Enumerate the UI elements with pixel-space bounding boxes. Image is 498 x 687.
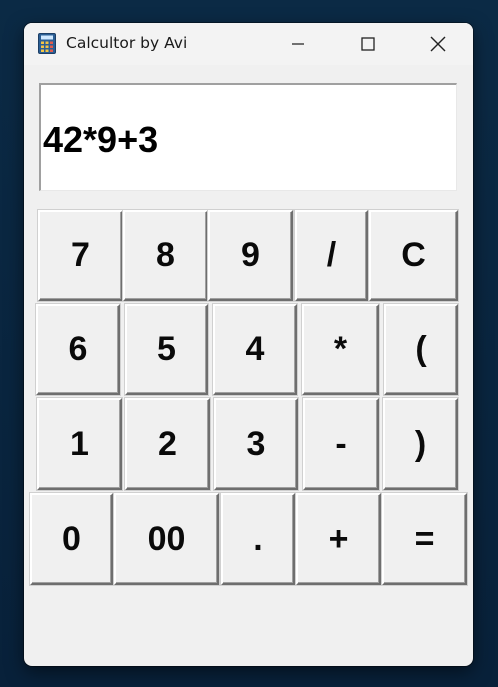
key-0[interactable]: 0 xyxy=(30,493,113,585)
key-divide[interactable]: / xyxy=(295,210,368,301)
minimize-icon xyxy=(291,37,305,51)
key-2[interactable]: 2 xyxy=(125,398,210,490)
key-8[interactable]: 8 xyxy=(123,210,208,301)
key-multiply[interactable]: * xyxy=(302,304,379,395)
expression-display[interactable]: 42*9+3 xyxy=(39,83,457,191)
key-9[interactable]: 9 xyxy=(208,210,293,301)
key-clear[interactable]: C xyxy=(369,210,458,301)
key-3[interactable]: 3 xyxy=(214,398,298,490)
display-value: 42*9+3 xyxy=(43,119,159,160)
key-equals[interactable]: = xyxy=(382,493,467,585)
maximize-button[interactable] xyxy=(345,23,391,65)
key-7[interactable]: 7 xyxy=(38,210,123,301)
calculator-window: Calcultor by Avi 42*9+3 7 8 9 / C 6 5 4 … xyxy=(24,23,473,666)
key-1[interactable]: 1 xyxy=(37,398,122,490)
key-minus[interactable]: - xyxy=(303,398,379,490)
key-right-paren[interactable]: ) xyxy=(383,398,458,490)
title-bar[interactable]: Calcultor by Avi xyxy=(24,23,473,65)
key-plus[interactable]: + xyxy=(296,493,381,585)
maximize-icon xyxy=(361,37,375,51)
key-decimal-point[interactable]: . xyxy=(221,493,295,585)
close-icon xyxy=(430,36,446,52)
key-4[interactable]: 4 xyxy=(213,304,297,395)
window-title: Calcultor by Avi xyxy=(66,34,188,52)
minimize-button[interactable] xyxy=(275,23,321,65)
key-5[interactable]: 5 xyxy=(125,304,208,395)
calculator-icon xyxy=(38,33,56,54)
close-button[interactable] xyxy=(415,23,461,65)
key-6[interactable]: 6 xyxy=(36,304,120,395)
key-00[interactable]: 00 xyxy=(114,493,219,585)
key-left-paren[interactable]: ( xyxy=(384,304,458,395)
